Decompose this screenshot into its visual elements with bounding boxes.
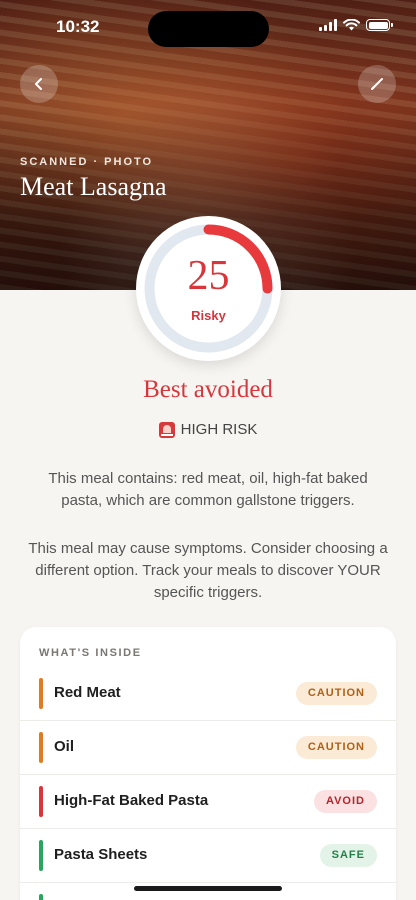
signal-icon	[319, 19, 337, 31]
advice-text: This meal may cause symptoms. Consider c…	[28, 540, 388, 601]
explanation-text: This meal contains: red meat, oil, high-…	[48, 470, 368, 509]
ingredient-name: Pasta Sheets	[54, 846, 148, 863]
ingredient-name: Oil	[54, 738, 75, 755]
siren-icon	[158, 421, 175, 438]
severity-bar	[39, 840, 43, 871]
status-badge: SAFE	[319, 844, 377, 867]
back-button[interactable]	[20, 65, 58, 103]
severity-bar	[39, 678, 43, 709]
verdict-heading: Best avoided	[143, 376, 273, 403]
risk-label: HIGH RISK	[180, 421, 258, 438]
ingredient-name: Red Meat	[54, 684, 121, 701]
severity-bar	[39, 894, 43, 900]
score-label: Risky	[191, 308, 226, 323]
chevron-left-icon	[35, 78, 42, 90]
risk-level: HIGH RISK	[0, 421, 416, 438]
meal-title: Meat Lasagna	[20, 172, 167, 201]
ingredient-row: High-Fat Baked Pasta AVOID	[20, 775, 396, 829]
status-badge: AVOID	[313, 790, 377, 813]
ingredients-card: WHAT'S INSIDE Red Meat CAUTION Oil CAUTI…	[20, 627, 396, 900]
dynamic-island	[148, 11, 269, 47]
score-gauge: 25 Risky	[136, 216, 281, 361]
status-time: 10:32	[56, 17, 100, 36]
ingredient-row: Pasta Sheets SAFE	[20, 829, 396, 883]
pencil-icon	[371, 78, 383, 90]
source-label: SCANNED · PHOTO	[20, 156, 154, 168]
score-value: 25	[187, 253, 230, 299]
status-badge: CAUTION	[295, 682, 377, 705]
severity-bar	[39, 786, 43, 817]
status-icons	[319, 19, 393, 31]
ingredient-row: Red Meat CAUTION	[20, 667, 396, 721]
ingredient-row: Oil CAUTION	[20, 721, 396, 775]
ingredients-title: WHAT'S INSIDE	[39, 647, 142, 659]
edit-button[interactable]	[358, 65, 396, 103]
status-badge: CAUTION	[295, 736, 377, 759]
wifi-icon	[343, 19, 360, 31]
battery-icon	[366, 19, 393, 31]
severity-bar	[39, 732, 43, 763]
home-indicator	[134, 886, 282, 891]
ingredient-name: High-Fat Baked Pasta	[54, 792, 209, 809]
